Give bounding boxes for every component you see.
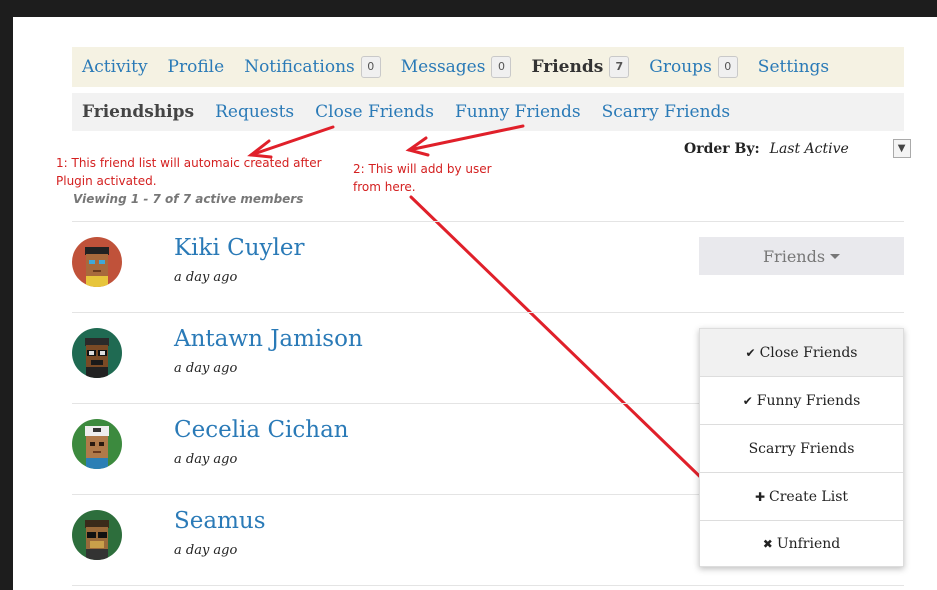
dropdown-label: Funny Friends: [756, 392, 861, 409]
nav-profile[interactable]: Profile: [168, 57, 225, 77]
member-last-active: a day ago: [174, 270, 238, 285]
annotation-note-1: 1: This friend list will automaic create…: [56, 156, 322, 188]
dropdown-label: Scarry Friends: [748, 440, 855, 457]
dropdown-unfriend[interactable]: ✖ Unfriend: [700, 521, 903, 566]
dropdown-scarry-friends[interactable]: Scarry Friends: [700, 425, 903, 473]
viewing-count: Viewing 1 - 7 of 7 active members: [73, 192, 304, 206]
check-icon: ✔: [742, 393, 753, 408]
count-badge: 0: [360, 56, 381, 78]
avatar[interactable]: [72, 328, 122, 378]
order-by-select[interactable]: Last Active: [770, 141, 893, 157]
page: Activity Profile Notifications 0 Messages…: [13, 17, 937, 590]
order-by-label: Order By:: [684, 140, 760, 157]
friends-button-label: Friends: [762, 246, 826, 266]
nav-settings[interactable]: Settings: [758, 57, 829, 77]
nav-label: Groups: [649, 57, 712, 77]
subnav-close-friends[interactable]: Close Friends: [315, 102, 434, 122]
member-name[interactable]: Cecelia Cichan: [174, 417, 349, 443]
count-badge: 0: [717, 56, 738, 78]
dropdown-label: Create List: [769, 488, 849, 505]
sub-nav: Friendships Requests Close Friends Funny…: [72, 93, 904, 131]
nav-label: Notifications: [244, 57, 355, 77]
dropdown-create-list[interactable]: ✚ Create List: [700, 473, 903, 521]
nav-label: Friends: [531, 57, 604, 77]
caret-down-icon: [830, 253, 841, 259]
member-last-active: a day ago: [174, 543, 238, 558]
nav-activity[interactable]: Activity: [82, 57, 148, 77]
order-by: Order By: Last Active ▼: [684, 139, 911, 158]
subnav-requests[interactable]: Requests: [215, 102, 294, 122]
member-name[interactable]: Antawn Jamison: [174, 326, 363, 352]
member-name[interactable]: Seamus: [174, 508, 266, 534]
divider: [72, 585, 904, 586]
annotation-note-2: 2: This will add by user from here.: [353, 162, 492, 194]
nav-label: Settings: [757, 57, 830, 77]
count-badge: 7: [609, 56, 630, 78]
subnav-funny-friends[interactable]: Funny Friends: [455, 102, 581, 122]
main-nav: Activity Profile Notifications 0 Messages…: [72, 47, 904, 87]
avatar[interactable]: [72, 510, 122, 560]
avatar[interactable]: [72, 237, 122, 287]
check-icon: ✔: [745, 345, 756, 360]
dropdown-label: Close Friends: [759, 344, 858, 361]
subnav-scarry-friends[interactable]: Scarry Friends: [602, 102, 731, 122]
nav-label: Profile: [167, 57, 225, 77]
dropdown-label: Unfriend: [776, 535, 841, 552]
friends-button[interactable]: Friends: [699, 237, 904, 275]
member-last-active: a day ago: [174, 452, 238, 467]
member-name[interactable]: Kiki Cuyler: [174, 235, 305, 261]
nav-messages[interactable]: Messages 0: [401, 56, 512, 78]
nav-label: Activity: [82, 57, 148, 77]
plus-icon: ✚: [754, 489, 766, 504]
close-icon: ✖: [762, 536, 773, 551]
nav-notifications[interactable]: Notifications 0: [244, 56, 381, 78]
chevron-down-icon[interactable]: ▼: [892, 139, 911, 158]
subnav-friendships[interactable]: Friendships: [82, 102, 194, 122]
dropdown-funny-friends[interactable]: ✔ Funny Friends: [700, 377, 903, 425]
count-badge: 0: [491, 56, 512, 78]
nav-label: Messages: [400, 57, 486, 77]
dropdown-close-friends[interactable]: ✔ Close Friends: [700, 329, 903, 377]
friend-list-dropdown: ✔ Close Friends ✔ Funny Friends Scarry F…: [699, 328, 904, 567]
avatar[interactable]: [72, 419, 122, 469]
nav-friends[interactable]: Friends 7: [531, 56, 630, 78]
nav-groups[interactable]: Groups 0: [649, 56, 738, 78]
member-last-active: a day ago: [174, 361, 238, 376]
